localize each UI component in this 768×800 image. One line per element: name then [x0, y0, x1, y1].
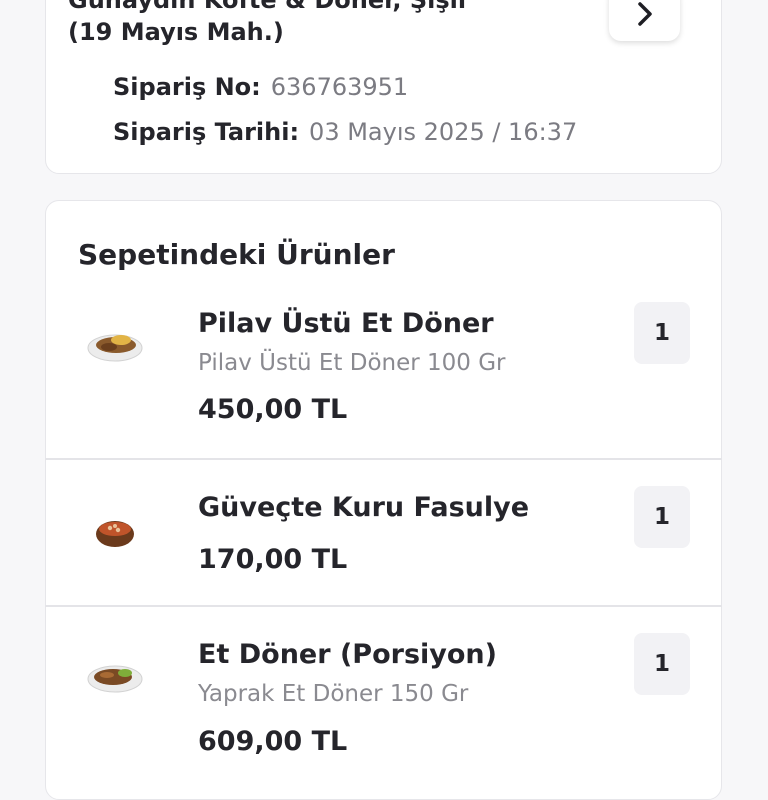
order-number-label: Sipariş No:: [113, 73, 261, 101]
item-name: Pilav Üstü Et Döner: [198, 308, 494, 339]
item-name: Et Döner (Porsiyon): [198, 639, 497, 670]
item-price: 609,00 TL: [198, 726, 348, 757]
restaurant-detail-button[interactable]: [609, 0, 680, 41]
order-date-value: 03 Mayıs 2025 / 16:37: [309, 118, 578, 146]
doner-rice-plate-icon: [87, 334, 143, 362]
item-price: 170,00 TL: [198, 544, 348, 575]
cart-section-title: Sepetindeki Ürünler: [78, 238, 395, 271]
cart-item[interactable]: Pilav Üstü Et Döner Pilav Üstü Et Döner …: [45, 300, 722, 458]
chevron-right-icon: [637, 1, 652, 26]
item-price: 450,00 TL: [198, 394, 348, 425]
cart-item[interactable]: Et Döner (Porsiyon) Yaprak Et Döner 150 …: [45, 633, 722, 768]
item-divider: [45, 458, 722, 460]
order-date-label: Sipariş Tarihi:: [113, 118, 300, 146]
item-divider: [45, 605, 722, 607]
item-name: Güveçte Kuru Fasulye: [198, 492, 530, 523]
restaurant-name[interactable]: Günaydın Köfte & Döner, Şişli (19 Mayıs …: [68, 0, 518, 48]
item-description: Pilav Üstü Et Döner 100 Gr: [198, 350, 506, 376]
item-quantity[interactable]: 1: [634, 302, 690, 364]
order-number-value: 636763951: [270, 73, 409, 101]
cart-item[interactable]: Güveçte Kuru Fasulye 170,00 TL 1: [45, 486, 722, 606]
order-number-row: Sipariş No: 636763951: [113, 72, 408, 102]
item-quantity[interactable]: 1: [634, 486, 690, 548]
order-date-row: Sipariş Tarihi: 03 Mayıs 2025 / 16:37: [113, 117, 577, 147]
bean-stew-bowl-icon: [96, 521, 134, 547]
doner-plate-icon: [87, 665, 143, 693]
item-description: Yaprak Et Döner 150 Gr: [198, 681, 469, 707]
item-quantity[interactable]: 1: [634, 633, 690, 695]
